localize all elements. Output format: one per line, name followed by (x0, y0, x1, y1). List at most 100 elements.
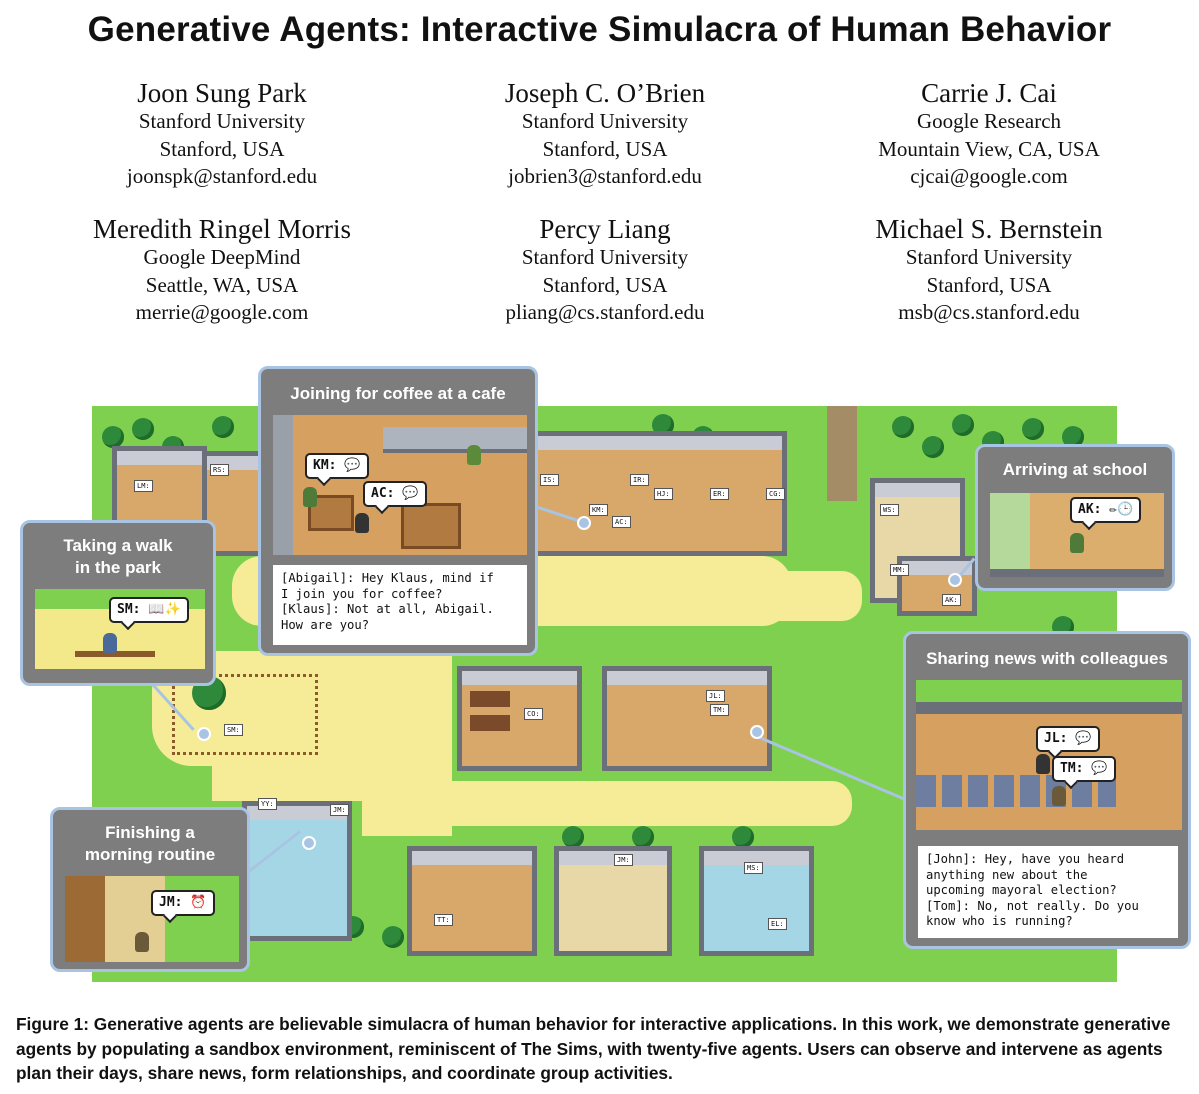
agent-sprite-ayesha[interactable] (1070, 533, 1084, 553)
cafe-table (401, 503, 461, 549)
author-name: Carrie J. Cai (921, 78, 1057, 108)
agent-tag[interactable]: CG: (766, 488, 785, 500)
author-name: Michael S. Bernstein (875, 214, 1103, 244)
store-scene: JL: 💬 TM: 💬 (916, 680, 1182, 830)
agent-tag[interactable]: RS: (210, 464, 229, 476)
agent-tag[interactable]: IS: (540, 474, 559, 486)
agent-tag[interactable]: ER: (710, 488, 729, 500)
author-email[interactable]: joonspk@stanford.edu (52, 163, 392, 191)
bookshelf (470, 715, 510, 731)
agent-tag[interactable]: LM: (134, 480, 153, 492)
path-lower-horizontal (362, 781, 852, 826)
park-scene: SM: 📖✨ (35, 589, 205, 669)
agent-tag[interactable]: JL: (706, 690, 725, 702)
callout-morning: Finishing a morning routine JM: ⏰ (50, 807, 250, 972)
tree (952, 414, 974, 436)
location-marker[interactable] (302, 836, 316, 850)
agent-tag[interactable]: MM: (890, 564, 909, 576)
tree (1022, 418, 1044, 440)
agent-tag[interactable]: TM: (710, 704, 729, 716)
tree (382, 926, 404, 948)
dorm-grass (165, 876, 239, 962)
dorm-scene: JM: ⏰ (65, 876, 239, 962)
speech-bubble[interactable]: JM: ⏰ (151, 890, 215, 916)
agent-tag[interactable]: IR: (630, 474, 649, 486)
path-lower-left (212, 761, 372, 801)
agent-tag[interactable]: JM: (614, 854, 633, 866)
tree (132, 418, 154, 440)
school-scene: AK: ✏🕒 (990, 493, 1164, 577)
agent-sprite-jennifer[interactable] (135, 932, 149, 952)
tree (632, 826, 654, 848)
speech-bubble[interactable]: TM: 💬 (1052, 756, 1116, 782)
speech-bubble[interactable]: JL: 💬 (1036, 726, 1100, 752)
author-name: Joseph C. O’Brien (504, 78, 706, 108)
author-email[interactable]: jobrien3@stanford.edu (435, 163, 775, 191)
author-affiliation: Google DeepMind (143, 245, 301, 269)
author-email[interactable]: msb@cs.stanford.edu (819, 299, 1159, 327)
agent-tag[interactable]: AC: (612, 516, 631, 528)
store-grass (916, 680, 1182, 702)
agent-sprite-tom[interactable] (1052, 786, 1066, 806)
speech-bubble[interactable]: AC: 💬 (363, 481, 427, 507)
dirt-road (827, 406, 857, 501)
author-block: Joseph C. O’Brien Stanford University St… (435, 78, 775, 191)
author-location: Mountain View, CA, USA (878, 136, 1100, 161)
store-building (602, 666, 772, 771)
library-building (457, 666, 582, 771)
author-location: Stanford, USA (159, 136, 285, 161)
tree (562, 826, 584, 848)
author-location: Seattle, WA, USA (145, 272, 299, 297)
cafe-counter (383, 427, 527, 453)
author-email[interactable]: cjcai@google.com (819, 163, 1159, 191)
school-annex (897, 556, 977, 616)
author-block: Joon Sung Park Stanford University Stanf… (52, 78, 392, 191)
agent-sprite-abigail[interactable] (355, 513, 369, 533)
agent-tag[interactable]: EL: (768, 918, 787, 930)
location-marker[interactable] (577, 516, 591, 530)
school-yard (990, 493, 1030, 577)
speech-bubble[interactable]: SM: 📖✨ (109, 597, 189, 623)
author-block: Carrie J. Cai Google Research Mountain V… (819, 78, 1159, 191)
callout-title: Sharing news with colleagues (926, 649, 1168, 668)
author-block: Michael S. Bernstein Stanford University… (819, 214, 1159, 327)
author-email[interactable]: pliang@cs.stanford.edu (435, 299, 775, 327)
author-email[interactable]: merrie@google.com (52, 299, 392, 327)
dialog-box: [John]: Hey, have you heard anything new… (918, 846, 1178, 938)
author-block: Meredith Ringel Morris Google DeepMind S… (52, 214, 392, 327)
agent-tag[interactable]: TT: (434, 914, 453, 926)
author-location: Stanford, USA (542, 136, 668, 161)
author-location: Stanford, USA (926, 272, 1052, 297)
house-building (554, 846, 672, 956)
location-marker[interactable] (197, 727, 211, 741)
school-wall (990, 569, 1164, 577)
agent-tag[interactable]: WS: (880, 504, 899, 516)
agent-tag[interactable]: AK: (942, 594, 961, 606)
agent-tag[interactable]: HJ: (654, 488, 673, 500)
speech-bubble[interactable]: AK: ✏🕒 (1070, 497, 1142, 523)
callout-colleagues: Sharing news with colleagues JL: 💬 TM: 💬… (903, 631, 1191, 949)
agent-tag[interactable]: JM: (330, 804, 349, 816)
callout-title: Joining for coffee at a cafe (290, 384, 506, 403)
agent-sprite-klaus[interactable] (303, 487, 317, 507)
location-marker[interactable] (948, 573, 962, 587)
agent-sprite-john[interactable] (1036, 754, 1050, 774)
figure-caption: Figure 1: Generative agents are believab… (16, 1014, 1171, 1083)
speech-bubble[interactable]: KM: 💬 (305, 453, 369, 479)
agent-tag[interactable]: SM: (224, 724, 243, 736)
author-affiliation: Google Research (916, 109, 1062, 133)
agent-tag[interactable]: CO: (524, 708, 543, 720)
author-name: Percy Liang (539, 214, 671, 244)
dorm-furniture (65, 876, 105, 962)
agent-sprite-sam[interactable] (103, 633, 117, 653)
agent-tag[interactable]: YY: (258, 798, 277, 810)
callout-title: Finishing a morning routine (84, 823, 216, 864)
tree (212, 416, 234, 438)
dorm-building (242, 801, 352, 941)
location-marker[interactable] (750, 725, 764, 739)
agent-tag[interactable]: KM: (589, 504, 608, 516)
author-name: Joon Sung Park (137, 78, 307, 108)
path-right (712, 571, 862, 621)
agent-sprite-barista[interactable] (467, 445, 481, 465)
agent-tag[interactable]: MS: (744, 862, 763, 874)
